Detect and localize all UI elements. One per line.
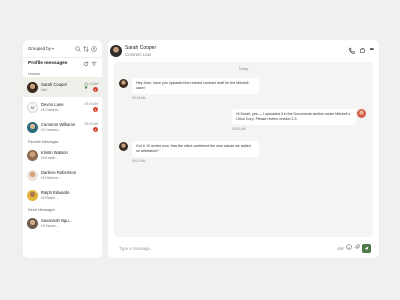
conversation-item[interactable]: Kristin Watson Hi Kristin... (23, 145, 102, 165)
message-composer: GIF (114, 242, 373, 254)
call-icon[interactable] (348, 47, 355, 56)
send-button[interactable] (362, 243, 371, 253)
avatar (119, 142, 128, 151)
gif-icon[interactable]: GIF (337, 246, 344, 251)
unread-badge: 2 (93, 87, 98, 92)
avatar (27, 149, 38, 161)
conversation-time: 09:15 AM (84, 122, 98, 126)
new-message-icon[interactable] (91, 45, 97, 52)
avatar (119, 79, 128, 88)
chat-panel: Sarah Cooper Contract Law ••• Today Hey … (108, 40, 379, 258)
section-label-direct: Direct Messages (28, 208, 55, 212)
section-label-favorite: Favorite Messages (28, 140, 59, 144)
avatar (27, 81, 38, 93)
conversation-time: 09:15 AM (84, 102, 98, 106)
message-outgoing: Hi Sarah, yes — I uploaded it in the Doc… (232, 109, 369, 131)
avatar (27, 121, 38, 133)
unread-badge: 2 (93, 127, 98, 132)
conversation-name: Sarah Cooper (41, 82, 68, 87)
message-input[interactable] (119, 245, 338, 251)
conversation-preview: Hel... (41, 88, 50, 92)
date-divider: Today (238, 67, 249, 71)
emoji-icon[interactable] (346, 244, 352, 252)
message-time: 09:15 AM (132, 96, 146, 101)
leaf-icon: ❦ (84, 85, 89, 91)
conversation-name: Savannah Ngu... (41, 218, 73, 223)
phone-alert-icon[interactable] (359, 47, 366, 56)
grouped-by-dropdown[interactable]: Grouped by ▾ (28, 46, 75, 51)
filter-icon[interactable] (91, 61, 97, 67)
message-bubble: Hi Sarah, yes — I uploaded it in the Doc… (232, 109, 356, 126)
attach-icon[interactable] (354, 244, 360, 252)
conversation-name: Devon Lane (41, 102, 64, 107)
chat-contact-subtitle: Contract Law (125, 52, 151, 57)
avatar (27, 169, 38, 181)
conversation-item[interactable]: Savannah Ngu... Hi Savan... (23, 213, 102, 233)
conversation-name: Darlene Robertson (41, 170, 77, 175)
conversation-item[interactable]: Ralph Edwards Hi Ralph... (23, 185, 102, 205)
message-incoming: Hey John, have you uploaded the revised … (119, 78, 259, 100)
refresh-icon[interactable] (83, 61, 89, 67)
avatar-initials: M (27, 101, 38, 113)
sidebar-title: Profile messages (28, 61, 68, 66)
avatar (27, 217, 38, 229)
message-time: 09:23 AM (132, 159, 146, 164)
sidebar-header: Grouped by ▾ (23, 40, 102, 58)
conversation-preview: Hi Darlene... (41, 176, 61, 180)
conversation-item[interactable]: Cameron Williams Hi Camero... 09:15 AM 2 (23, 117, 102, 137)
conversation-preview: Hi Camero... (41, 128, 62, 132)
sidebar-title-row: Profile messages (23, 58, 102, 69)
conversation-name: Cameron Williams (41, 122, 75, 127)
message-bubble: Hey John, have you uploaded the revised … (132, 78, 259, 95)
section-label-unread: Unread (28, 72, 40, 76)
message-bubble: Got it, I'll review now. Has the client … (132, 141, 259, 158)
conversation-preview: Hi Camero... (41, 108, 62, 112)
grouped-by-label: Grouped by (28, 46, 51, 51)
conversation-item[interactable]: Sarah Cooper Hel... 09:15 AM 2 ❦ (23, 77, 102, 97)
conversation-preview: Hi Savan... (41, 224, 59, 228)
unread-badge: 3 (93, 107, 98, 112)
avatar (357, 109, 366, 118)
conversation-name: Kristin Watson (41, 150, 68, 155)
conversation-name: Ralph Edwards (41, 190, 70, 195)
chat-contact-name: Sarah Cooper (125, 45, 157, 51)
avatar (27, 189, 38, 201)
conversation-preview: Hi Ralph... (41, 196, 58, 200)
conversation-preview: Hi Kristin... (41, 156, 59, 160)
chevron-down-icon: ▾ (51, 46, 54, 51)
conversation-item[interactable]: M Devon Lane Hi Camero... 09:15 AM 3 (23, 97, 102, 117)
search-icon[interactable] (75, 45, 81, 52)
conversation-item[interactable]: Darlene Robertson Hi Darlene... (23, 165, 102, 185)
more-options-icon[interactable]: ••• (370, 47, 374, 56)
message-incoming: Got it, I'll review now. Has the client … (119, 141, 259, 163)
conversation-sidebar: Grouped by ▾ Profile messages Unread Sar… (23, 40, 102, 258)
avatar (110, 45, 122, 57)
message-list: Today Hey John, have you uploaded the re… (114, 62, 373, 237)
chat-header: Sarah Cooper Contract Law ••• (108, 40, 379, 62)
sort-icon[interactable] (83, 45, 89, 52)
message-time: 09:20 AM (232, 127, 246, 132)
send-icon (364, 246, 369, 250)
